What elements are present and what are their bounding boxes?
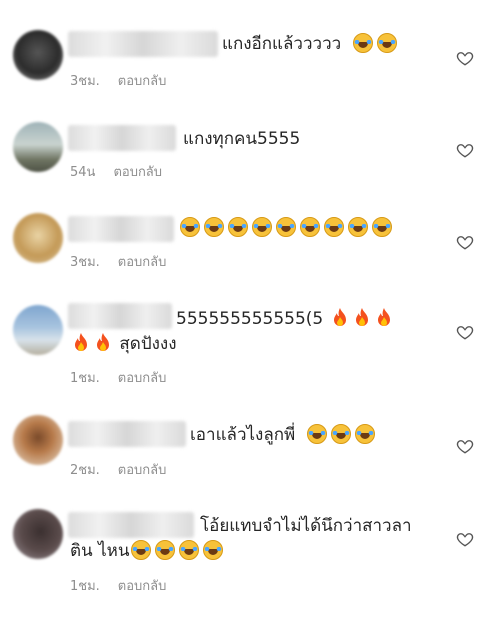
comment-time: 2ชม. (70, 463, 100, 478)
laugh-emoji-icon (180, 217, 200, 237)
comment-time: 1ชม. (70, 371, 100, 386)
avatar[interactable] (13, 213, 63, 263)
laugh-emoji-icon (354, 424, 375, 444)
comment-text: โอ้ยแทบจำไม่ได้นึกว่าสาวลา (200, 516, 412, 536)
laugh-emoji-icon (330, 424, 351, 444)
laugh-emoji-icon (348, 217, 368, 237)
laugh-emoji-icon (376, 33, 397, 53)
comment-text: เอาแล้วไงลูกพี่ (190, 424, 377, 446)
avatar[interactable] (13, 122, 63, 172)
username-blurred[interactable] (68, 421, 186, 447)
comment-time: 54น (70, 165, 96, 180)
heart-icon[interactable] (456, 49, 474, 67)
username-blurred[interactable] (68, 512, 194, 538)
laugh-emoji-icon (252, 217, 272, 237)
reply-button[interactable]: ตอบกลับ (113, 161, 162, 182)
comment-text-content: แกงอีกแล้ววววว (222, 34, 342, 54)
fire-emoji-icon (377, 308, 390, 326)
heart-icon[interactable] (456, 141, 474, 159)
reply-button[interactable]: ตอบกลับ (118, 367, 167, 388)
laugh-emoji-icon (203, 540, 224, 560)
laugh-emoji-icon (204, 217, 224, 237)
comment-time: 1ชม. (70, 579, 100, 594)
comment-time: 3ชม. (70, 255, 100, 270)
comment-text: 555555555555(5 (176, 308, 395, 330)
reply-button[interactable]: ตอบกลับ (118, 251, 167, 272)
fire-emoji-icon (75, 333, 87, 351)
avatar[interactable] (13, 305, 63, 355)
laugh-emoji-icon (276, 217, 296, 237)
heart-icon[interactable] (456, 233, 474, 251)
heart-icon[interactable] (456, 437, 474, 455)
comment-meta: 3ชม. ตอบกลับ (70, 70, 166, 91)
avatar[interactable] (13, 30, 63, 80)
laugh-emoji-icon (306, 424, 327, 444)
comment-text-line2: สุดปังงง (70, 333, 177, 355)
laugh-emoji-icon (372, 217, 392, 237)
comment-text: แกงอีกแล้ววววว (222, 33, 399, 55)
comment-meta: 54น ตอบกลับ (70, 161, 162, 182)
avatar[interactable] (13, 415, 63, 465)
reply-button[interactable]: ตอบกลับ (118, 70, 167, 91)
comment-time: 3ชม. (70, 74, 100, 89)
comment-meta: 1ชม. ตอบกลับ (70, 575, 166, 596)
comment-text: แกงทุกคน5555 (183, 129, 301, 149)
comment-text-content: เอาแล้วไงลูกพี่ (190, 425, 296, 445)
comment-meta: 1ชม. ตอบกลับ (70, 367, 166, 388)
comment-text-content: 555555555555(5 (176, 309, 324, 329)
laugh-emoji-icon (179, 540, 200, 560)
heart-icon[interactable] (456, 323, 474, 341)
laugh-emoji-icon (155, 540, 176, 560)
username-blurred[interactable] (68, 31, 218, 57)
heart-icon[interactable] (456, 530, 474, 548)
comment-meta: 2ชม. ตอบกลับ (70, 459, 166, 480)
laugh-emoji-icon (324, 217, 344, 237)
username-blurred[interactable] (68, 125, 176, 151)
username-blurred[interactable] (68, 216, 174, 242)
laugh-emoji-icon (352, 33, 373, 53)
comment-meta: 3ชม. ตอบกลับ (70, 251, 166, 272)
fire-emoji-icon (97, 333, 109, 351)
fire-emoji-icon (333, 308, 346, 326)
comment-list: แกงอีกแล้ววววว 3ชม. ตอบกลับ แกงทุกคน5555… (0, 0, 499, 622)
reply-button[interactable]: ตอบกลับ (118, 459, 167, 480)
reply-button[interactable]: ตอบกลับ (118, 575, 167, 596)
comment-text-content: ติน ไหน (70, 541, 130, 561)
username-blurred[interactable] (68, 303, 172, 329)
comment-text (178, 217, 394, 239)
laugh-emoji-icon (300, 217, 320, 237)
laugh-emoji-icon (228, 217, 248, 237)
avatar[interactable] (13, 509, 63, 559)
laugh-emoji-icon (131, 540, 152, 560)
fire-emoji-icon (355, 308, 368, 326)
comment-text-line2: ติน ไหน (70, 540, 225, 562)
comment-text-content: สุดปังงง (119, 334, 177, 354)
